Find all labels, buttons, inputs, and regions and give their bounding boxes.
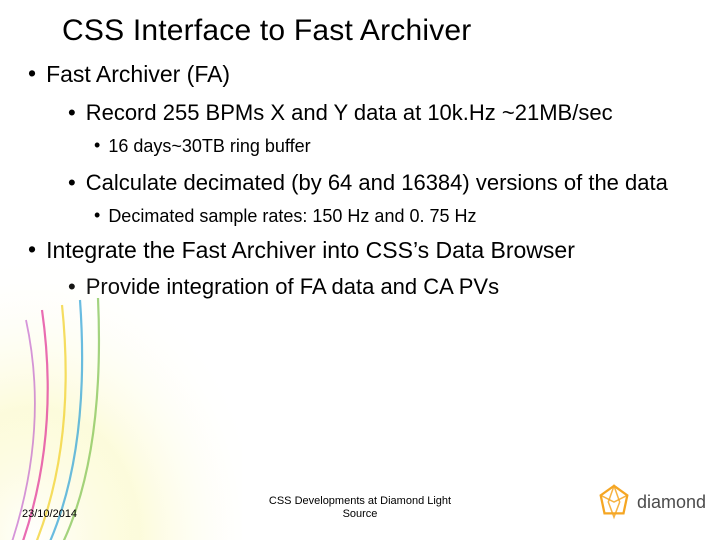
bullet-icon: • — [94, 135, 100, 158]
bullet-icon: • — [28, 236, 36, 264]
list-text: 16 days~30TB ring buffer — [108, 135, 692, 158]
diamond-logo: diamond — [595, 482, 706, 522]
list-text: Record 255 BPMs X and Y data at 10k.Hz ~… — [86, 100, 692, 127]
slide: CSS Interface to Fast Archiver • Fast Ar… — [0, 0, 720, 540]
bullet-icon: • — [94, 205, 100, 228]
list-text: Decimated sample rates: 150 Hz and 0. 75… — [108, 205, 692, 228]
diamond-logo-icon — [595, 483, 633, 521]
footer-line2: Source — [343, 508, 378, 520]
bullet-list-level1: • Integrate the Fast Archiver into CSS’s… — [28, 236, 692, 264]
bullet-icon: • — [28, 60, 36, 88]
bullet-icon: • — [68, 170, 76, 197]
list-text: Fast Archiver (FA) — [46, 60, 692, 88]
list-text: Integrate the Fast Archiver into CSS’s D… — [46, 236, 692, 264]
list-item: • Calculate decimated (by 64 and 16384) … — [68, 170, 692, 197]
bullet-list-level1: • Fast Archiver (FA) — [28, 60, 692, 88]
list-text: Calculate decimated (by 64 and 16384) ve… — [86, 170, 692, 197]
list-item: • Record 255 BPMs X and Y data at 10k.Hz… — [68, 100, 692, 127]
list-item: • Decimated sample rates: 150 Hz and 0. … — [94, 205, 692, 228]
slide-title: CSS Interface to Fast Archiver — [0, 0, 720, 48]
list-item: • Integrate the Fast Archiver into CSS’s… — [28, 236, 692, 264]
footer-line1: CSS Developments at Diamond Light — [269, 495, 451, 507]
bullet-icon: • — [68, 100, 76, 127]
list-item: • Fast Archiver (FA) — [28, 60, 692, 88]
bullet-list-level3: • Decimated sample rates: 150 Hz and 0. … — [94, 205, 692, 228]
footer: 23/10/2014 CSS Developments at Diamond L… — [0, 488, 720, 528]
content-area: • Fast Archiver (FA) • Record 255 BPMs X… — [0, 48, 720, 301]
bullet-list-level2: • Provide integration of FA data and CA … — [68, 274, 692, 301]
logo-text: diamond — [637, 492, 706, 513]
list-text: Provide integration of FA data and CA PV… — [86, 274, 692, 301]
bullet-list-level2: • Calculate decimated (by 64 and 16384) … — [68, 170, 692, 197]
list-item: • 16 days~30TB ring buffer — [94, 135, 692, 158]
bullet-icon: • — [68, 274, 76, 301]
bullet-list-level2: • Record 255 BPMs X and Y data at 10k.Hz… — [68, 100, 692, 127]
list-item: • Provide integration of FA data and CA … — [68, 274, 692, 301]
bullet-list-level3: • 16 days~30TB ring buffer — [94, 135, 692, 158]
